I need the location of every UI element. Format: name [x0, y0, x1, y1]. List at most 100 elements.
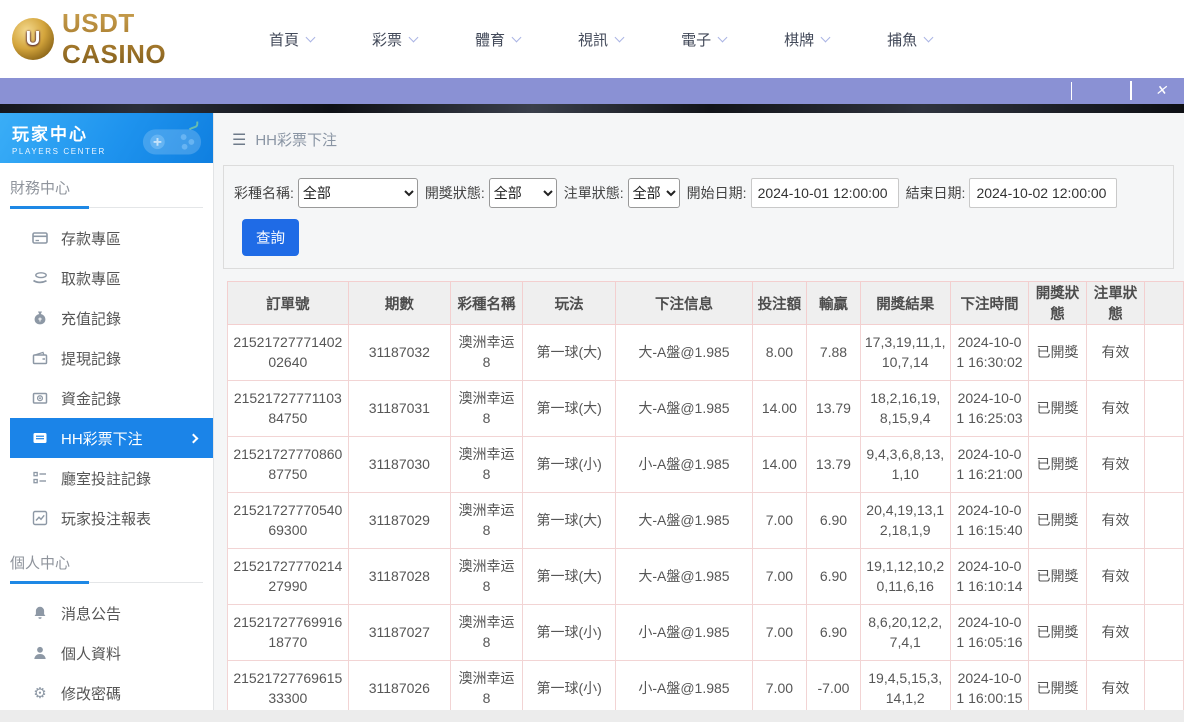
sidebar-item-0-0[interactable]: 存款專區: [0, 218, 213, 258]
filter-date-input-4[interactable]: [969, 178, 1117, 208]
filter-group: 開獎狀態: 全部: [425, 178, 557, 208]
filter-group: 彩種名稱: 全部: [234, 178, 418, 208]
filter-select-1[interactable]: 全部: [489, 178, 557, 208]
column-header-clipped: [1145, 282, 1184, 325]
body-row: 玩家中心 PLAYERS CENTER 財務中心 存款專區 取款專區: [0, 113, 1184, 710]
table-cell: 有效: [1086, 381, 1144, 437]
table-cell: 有效: [1086, 605, 1144, 661]
nav-item[interactable]: 棋牌: [784, 29, 829, 50]
table-cell: 9,4,3,6,8,13,1,10: [860, 437, 950, 493]
person-icon: [32, 645, 48, 661]
sidebar-item-label: 廳室投註記錄: [61, 468, 151, 489]
table-cell: 小-A盤@1.985: [616, 605, 752, 661]
nav-item[interactable]: 捕魚: [887, 29, 932, 50]
app-window: U USDT CASINO 首頁 彩票 體育 視訊 電子 棋牌 捕魚 ✕ 玩家中…: [0, 0, 1184, 722]
table-cell: 小-A盤@1.985: [616, 661, 752, 711]
table-cell: 2152172776961533300: [228, 661, 349, 711]
table-cell: 8,6,20,12,2,7,4,1: [860, 605, 950, 661]
table-row: 215217277708608775031187030澳洲幸运8第一球(小)小-…: [228, 437, 1184, 493]
table-cell: 澳洲幸运8: [451, 437, 523, 493]
table-cell: 澳洲幸运8: [451, 661, 523, 711]
sidebar-item-label: 取款專區: [61, 268, 121, 289]
section-underline: [10, 207, 203, 208]
game-controller-icon: [141, 119, 203, 159]
sidebar-item-0-3[interactable]: 提現記錄: [0, 338, 213, 378]
logo: U USDT CASINO: [12, 8, 217, 70]
chevron-down-icon: [306, 32, 316, 42]
table-cell: 6.90: [807, 549, 861, 605]
table-cell: 澳洲幸运8: [451, 549, 523, 605]
table-cell: 大-A盤@1.985: [616, 549, 752, 605]
nav-item[interactable]: 體育: [475, 29, 520, 50]
table-cell: 7.00: [752, 661, 807, 711]
nav-item-label: 電子: [681, 29, 711, 50]
column-header: 輸贏: [807, 282, 861, 325]
filter-select-0[interactable]: 全部: [298, 178, 418, 208]
table-cell: 31187030: [348, 437, 450, 493]
table-cell: 2152172777140202640: [228, 325, 349, 381]
sidebar-item-0-2[interactable]: 充值記錄: [0, 298, 213, 338]
sidebar-item-0-4[interactable]: 資金記錄: [0, 378, 213, 418]
table-cell: 已開獎: [1029, 381, 1087, 437]
table-cell: 2024-10-01 16:15:40: [950, 493, 1029, 549]
table-header-row: 訂單號期數彩種名稱玩法下注信息投注額輸贏開獎結果下注時間開獎狀態注單狀態: [228, 282, 1184, 325]
gear-icon: ⚙: [32, 685, 48, 701]
sidebar-item-label: 修改密碼: [61, 683, 121, 704]
table-cell: 2024-10-01 16:25:03: [950, 381, 1029, 437]
table-cell: 13.79: [807, 437, 861, 493]
nav-item[interactable]: 首頁: [269, 29, 314, 50]
nav-item-label: 首頁: [269, 29, 299, 50]
table-cell: 澳洲幸运8: [451, 381, 523, 437]
query-button[interactable]: 查詢: [242, 219, 299, 256]
window-dropdown-button[interactable]: [1056, 78, 1086, 104]
sidebar-item-label: 提現記錄: [61, 348, 121, 369]
window-titlebar: ✕: [0, 78, 1184, 104]
table-cell: 7.88: [807, 325, 861, 381]
nav-item[interactable]: 彩票: [372, 29, 417, 50]
hamburger-icon[interactable]: ☰: [232, 130, 246, 150]
table-cell: 2152172777021427990: [228, 549, 349, 605]
table-cell: 2024-10-01 16:05:16: [950, 605, 1029, 661]
filter-panel: 彩種名稱: 全部 開獎狀態: 全部 注單狀態: 全部 開始日期: 結束日期: 查…: [223, 165, 1174, 269]
table-cell: 已開獎: [1029, 605, 1087, 661]
column-header: 開獎狀態: [1029, 282, 1087, 325]
nav-item-label: 棋牌: [784, 29, 814, 50]
table-cell: 大-A盤@1.985: [616, 381, 752, 437]
table-cell: 已開獎: [1029, 437, 1087, 493]
sidebar-item-0-5[interactable]: HH彩票下注: [10, 418, 213, 458]
chevron-down-icon: [615, 32, 625, 42]
table-cell: 大-A盤@1.985: [616, 493, 752, 549]
sidebar-item-0-6[interactable]: 廳室投註記錄: [0, 458, 213, 498]
table-cell-clipped: [1145, 549, 1184, 605]
table-cell-clipped: [1145, 661, 1184, 711]
table-cell: 7.00: [752, 549, 807, 605]
sidebar-item-1-1[interactable]: 個人資料: [0, 633, 213, 673]
sidebar-item-0-7[interactable]: 玩家投注報表: [0, 498, 213, 538]
column-header: 玩法: [522, 282, 615, 325]
table-cell: 澳洲幸运8: [451, 605, 523, 661]
bottom-bar: [0, 710, 1184, 722]
sidebar-section-title: 個人中心: [10, 552, 213, 573]
table-cell: 已開獎: [1029, 661, 1087, 711]
nav-item[interactable]: 電子: [681, 29, 726, 50]
window-minimize-button[interactable]: [1086, 78, 1116, 104]
report-chart-icon: [32, 510, 48, 526]
deposit-card-icon: [32, 230, 48, 246]
sidebar-item-1-2[interactable]: ⚙ 修改密碼: [0, 673, 213, 710]
nav-item[interactable]: 視訊: [578, 29, 623, 50]
funds-wallet-icon: [32, 390, 48, 406]
withdraw-hand-icon: [32, 270, 48, 286]
window-close-button[interactable]: ✕: [1146, 78, 1176, 104]
table-row: 215217277711038475031187031澳洲幸运8第一球(大)大-…: [228, 381, 1184, 437]
nav-item-label: 視訊: [578, 29, 608, 50]
filter-date-input-3[interactable]: [751, 178, 899, 208]
filter-select-2[interactable]: 全部: [628, 178, 680, 208]
table-cell: 有效: [1086, 493, 1144, 549]
window-maximize-button[interactable]: [1116, 78, 1146, 104]
filter-row: 彩種名稱: 全部 開獎狀態: 全部 注單狀態: 全部 開始日期: 結束日期:: [234, 178, 1173, 208]
sidebar-menu: 消息公告 個人資料 ⚙ 修改密碼: [0, 593, 213, 710]
sidebar-section: 個人中心 消息公告 個人資料 ⚙ 修改密碼: [0, 552, 213, 710]
table-cell: 已開獎: [1029, 549, 1087, 605]
sidebar-item-1-0[interactable]: 消息公告: [0, 593, 213, 633]
sidebar-item-0-1[interactable]: 取款專區: [0, 258, 213, 298]
